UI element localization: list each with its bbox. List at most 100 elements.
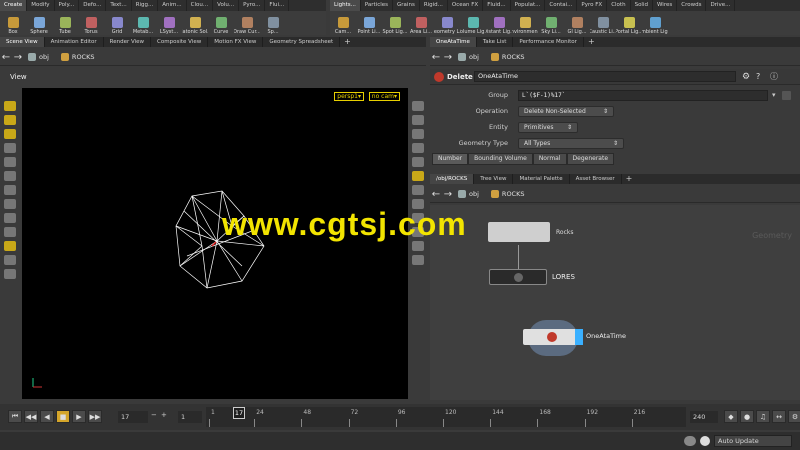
select-tool-icon[interactable] (4, 101, 16, 111)
subtab-degenerate[interactable]: Degenerate (566, 153, 615, 165)
operation-dropdown[interactable]: Delete Non-Selected ⇕ (518, 105, 614, 117)
shelf-tab-populat[interactable]: Populat... (511, 0, 546, 11)
tab-oneatatime[interactable]: OneAtaTime (430, 37, 477, 47)
shelf-tab-modify[interactable]: Modify (27, 0, 55, 11)
stop-icon[interactable]: ■ (56, 410, 70, 423)
breadcrumb-obj[interactable]: obj (458, 190, 479, 198)
tab-asset-browser[interactable]: Asset Browser (570, 174, 622, 184)
handle-tool-icon[interactable] (4, 115, 16, 125)
shelf-tab-solid[interactable]: Solid (631, 0, 653, 11)
tab-motion-fx-view[interactable]: Motion FX View (208, 37, 264, 47)
shelf-tool-volume-lig[interactable]: Volume Lig... (460, 11, 486, 35)
shelf-tool-ambient-lig[interactable]: Ambient Lig... (642, 11, 668, 35)
camera-tool-icon[interactable] (4, 255, 16, 265)
jump-start-icon[interactable]: ⏮ (8, 410, 22, 423)
record-icon[interactable]: ● (740, 410, 754, 423)
shading-icon[interactable] (412, 129, 424, 139)
shelf-tab-wires[interactable]: Wires (653, 0, 678, 11)
arrow-tool-icon[interactable] (4, 143, 16, 153)
gear-icon[interactable]: ⚙ (742, 72, 750, 82)
tab-performance-monitor[interactable]: Performance Monitor (513, 37, 584, 47)
breadcrumb-rocks[interactable]: ROCKS (60, 53, 94, 61)
group-menu-icon[interactable]: ▾ (772, 91, 776, 99)
tab-composite-view[interactable]: Composite View (151, 37, 209, 47)
entity-dropdown[interactable]: Primitives ⇕ (518, 121, 578, 133)
points-icon[interactable] (412, 143, 424, 153)
add-tab-icon[interactable]: + (584, 37, 599, 47)
shelf-tool-draw-cur[interactable]: Draw Cur... (234, 11, 260, 35)
shelf-tab-fluid[interactable]: Fluid... (483, 0, 511, 11)
tab-geometry-spreadsheet[interactable]: Geometry Spreadsheet (263, 37, 341, 47)
shelf-tool-point-li[interactable]: Point Li... (356, 11, 382, 35)
tab-scene-view[interactable]: Scene View (0, 37, 45, 47)
timeline-ruler[interactable]: 17 1 24 48 72 96 120 144 168 192 216 (206, 407, 686, 427)
shelf-tab-anim[interactable]: Anim... (158, 0, 187, 11)
shelf-tab-grains[interactable]: Grains (393, 0, 420, 11)
tab-tree-view[interactable]: Tree View (474, 174, 514, 184)
no-cam-menu[interactable]: no cam▾ (368, 92, 400, 101)
tab-material-palette[interactable]: Material Palette (513, 174, 570, 184)
oneatatime-node[interactable] (523, 329, 583, 345)
tab-obj-rocks[interactable]: /obj/ROCKS (430, 174, 475, 184)
shelf-tab-rigg[interactable]: Rigg... (132, 0, 159, 11)
background-icon[interactable] (412, 185, 424, 195)
shelf-tool-metab[interactable]: Metab... (130, 11, 156, 35)
auto-update-dropdown[interactable]: Auto Update (714, 435, 792, 447)
shelf-tab-create[interactable]: Create (0, 0, 28, 11)
shelf-tool-grid[interactable]: Grid (104, 11, 130, 35)
shelf-tool-torus[interactable]: Torus (78, 11, 104, 35)
shelf-tool-environmen[interactable]: Environmen... (512, 11, 538, 35)
settings-icon[interactable]: ⚙ (788, 410, 800, 423)
shelf-tab-rigid[interactable]: Rigid... (420, 0, 448, 11)
next-key-icon[interactable]: ▶▶ (88, 410, 102, 423)
shelf-tab-drive[interactable]: Drive... (706, 0, 736, 11)
back-arrow-icon[interactable]: ← (430, 52, 442, 63)
render-region-icon[interactable] (4, 269, 16, 279)
shelf-tool-sky-li[interactable]: Sky Li... (538, 11, 564, 35)
shelf-tab-particles[interactable]: Particles (361, 0, 394, 11)
lores-node[interactable] (489, 269, 547, 285)
shelf-tool-cam[interactable]: Cam... (330, 11, 356, 35)
scale-tool-icon[interactable] (4, 185, 16, 195)
subtab-bounding-volume[interactable]: Bounding Volume (468, 153, 533, 165)
audio-icon[interactable]: ♫ (756, 410, 770, 423)
sphere-icon[interactable] (412, 157, 424, 167)
shelf-tool-sp[interactable]: Sp... (260, 11, 286, 35)
step-field[interactable]: 1 (178, 411, 202, 423)
shelf-tool-gi-lig[interactable]: GI Lig... (564, 11, 590, 35)
range-icon[interactable]: ↔ (772, 410, 786, 423)
key-icon[interactable]: ◆ (724, 410, 738, 423)
subtab-normal[interactable]: Normal (532, 153, 567, 165)
current-frame-field[interactable]: 17 (118, 411, 148, 423)
rocks-node[interactable] (488, 222, 550, 242)
shelf-tool-platonic-sol[interactable]: Platonic Sol... (182, 11, 208, 35)
info-icon[interactable]: ⓘ (770, 72, 778, 82)
shelf-tool-lsyst[interactable]: LSyst... (156, 11, 182, 35)
tab-render-view[interactable]: Render View (104, 37, 152, 47)
play-icon[interactable]: ▶ (72, 410, 86, 423)
help-icon[interactable]: ? (756, 72, 760, 82)
shelf-tool-geometry-l[interactable]: Geometry L... (434, 11, 460, 35)
group-select-icon[interactable] (781, 90, 791, 100)
shelf-tool-box[interactable]: Box (0, 11, 26, 35)
frame-marker[interactable]: 17 (233, 407, 245, 419)
tab-animation-editor[interactable]: Animation Editor (45, 37, 104, 47)
breadcrumb-obj[interactable]: obj (28, 53, 49, 61)
shelf-tool-tube[interactable]: Tube (52, 11, 78, 35)
shelf-tab-poly[interactable]: Poly... (55, 0, 80, 11)
forward-arrow-icon[interactable]: → (442, 52, 454, 63)
snap-active-icon[interactable] (4, 241, 16, 251)
shelf-tab-volu[interactable]: Volu... (213, 0, 240, 11)
display-flag-icon[interactable] (575, 329, 583, 345)
tab-take-list[interactable]: Take List (477, 37, 514, 47)
prev-key-icon[interactable]: ◀◀ (24, 410, 38, 423)
minus-icon[interactable]: − (151, 411, 157, 419)
light-bulb-icon[interactable] (412, 171, 424, 181)
magnet-icon[interactable] (4, 213, 16, 223)
shelf-tab-contai[interactable]: Contai... (545, 0, 578, 11)
shelf-tool-spot-lig[interactable]: Spot Lig... (382, 11, 408, 35)
shelf-tab-ocean-fx[interactable]: Ocean FX (448, 0, 484, 11)
shelf-tool-portal-lig[interactable]: Portal Lig... (616, 11, 642, 35)
shelf-tool-area-li[interactable]: Area Li... (408, 11, 434, 35)
lighting-icon[interactable] (412, 115, 424, 125)
